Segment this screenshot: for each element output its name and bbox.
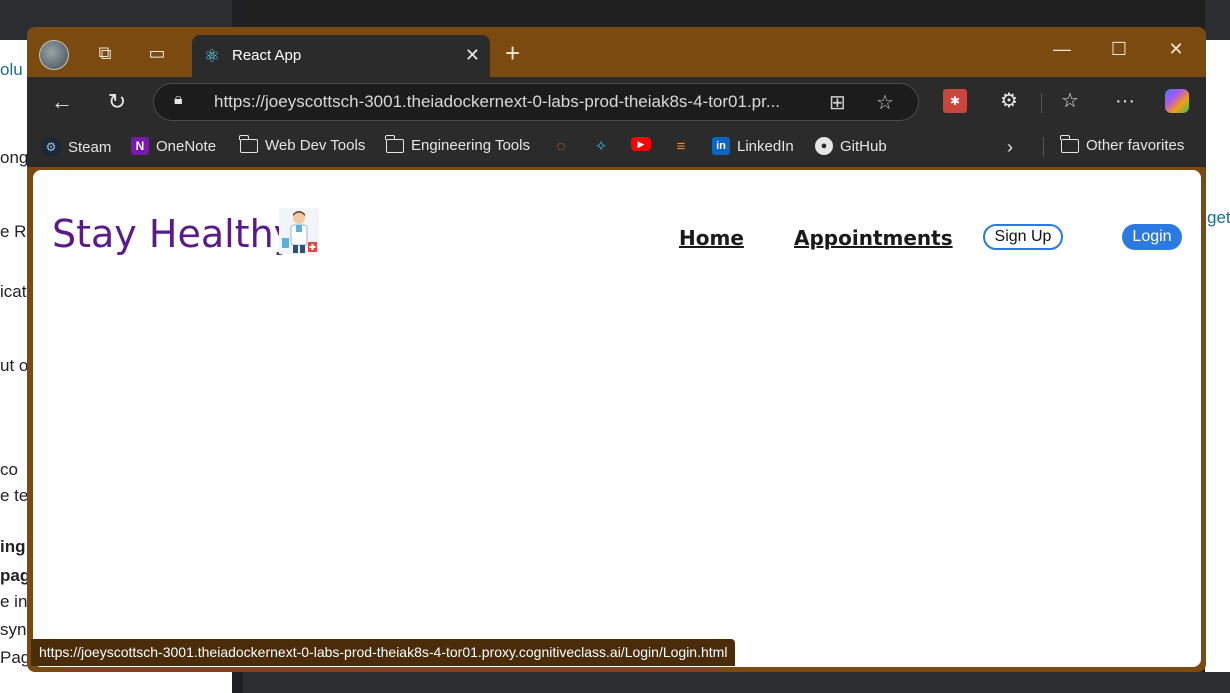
favorites-separator <box>1043 137 1044 157</box>
favorite-label: GitHub <box>840 137 887 155</box>
favorite-orange-site[interactable]: ◌ <box>551 137 571 157</box>
title-bar: ⧉ ▭ ⚛ React App ✕ + — ☐ ✕ <box>27 27 1206 77</box>
background-toolbar-right <box>1205 0 1230 40</box>
favorite-stackoverflow[interactable]: ≡ <box>671 137 691 157</box>
favorite-label: OneNote <box>156 137 217 155</box>
bg-text: icat <box>0 282 27 301</box>
favorite-other-favorites[interactable]: Other favorites <box>1060 134 1185 154</box>
tab-react-app[interactable]: ⚛ React App ✕ <box>192 35 490 77</box>
folder-icon <box>239 134 258 153</box>
bg-text: ut o <box>0 356 29 375</box>
nav-appointments-link[interactable]: Appointments <box>794 226 953 250</box>
youtube-icon: ▶ <box>631 137 651 151</box>
favorites-overflow[interactable]: › <box>1007 137 1013 158</box>
new-tab-button[interactable]: + <box>505 40 520 66</box>
url-text: https://joeyscottsch-3001.theiadockernex… <box>214 92 781 111</box>
web-page: Stay Healthy Home Appointments Sign Up L… <box>33 170 1201 667</box>
toolbar-separator <box>1041 93 1042 113</box>
bg-text: get <box>1207 208 1230 227</box>
favorites-icon[interactable]: ☆ <box>1058 89 1082 113</box>
bg-text: pag <box>0 566 31 585</box>
back-button[interactable]: ← <box>49 89 75 115</box>
steam-icon: ⚙ <box>41 137 61 157</box>
refresh-button[interactable]: ↻ <box>104 89 130 115</box>
status-bar-url: https://joeyscottsch-3001.theiadockernex… <box>31 639 736 666</box>
login-button[interactable]: Login <box>1122 224 1182 250</box>
address-bar[interactable]: 🔒︎ https://joeyscottsch-3001.theiadocker… <box>153 83 919 121</box>
workspaces-icon[interactable]: ⧉ <box>93 41 117 65</box>
favorite-blue-site[interactable]: ✧ <box>591 137 611 157</box>
split-screen-icon[interactable]: ⊞ <box>829 90 846 115</box>
maximize-button[interactable]: ☐ <box>1105 39 1133 60</box>
chevron-right-icon: › <box>1007 137 1013 157</box>
bg-text: e in <box>0 592 28 611</box>
favorite-label: LinkedIn <box>737 137 794 155</box>
react-icon: ⚛ <box>203 46 221 66</box>
extensions-puzzle-icon[interactable]: ⚙ <box>997 89 1021 113</box>
doctor-icon <box>279 208 319 254</box>
bg-text: ing <box>0 537 26 556</box>
close-tab-icon[interactable]: ✕ <box>465 45 480 66</box>
close-window-button[interactable]: ✕ <box>1162 39 1190 60</box>
favorite-label: Web Dev Tools <box>265 137 366 154</box>
stackoverflow-icon: ≡ <box>676 138 686 155</box>
favorite-github[interactable]: ● GitHub <box>815 137 887 155</box>
favorite-engineering-tools[interactable]: Engineering Tools <box>385 134 530 154</box>
bg-text: e te <box>0 486 29 505</box>
bg-text: ong <box>0 148 29 167</box>
favorite-star-icon[interactable]: ☆ <box>876 90 894 115</box>
lock-icon[interactable]: 🔒︎ <box>174 91 183 109</box>
linkedin-icon: in <box>712 137 730 155</box>
nav-home-link[interactable]: Home <box>679 226 744 250</box>
background-document-right <box>1205 0 1230 693</box>
favorites-bar: ⚙ Steam N OneNote Web Dev Tools Engineer… <box>27 127 1206 167</box>
orange-ring-icon: ◌ <box>556 138 566 155</box>
bg-text: Pag <box>0 648 31 667</box>
favorite-youtube[interactable]: ▶ <box>631 137 651 151</box>
favorite-linkedin[interactable]: in LinkedIn <box>712 137 794 155</box>
favorite-onenote[interactable]: N OneNote <box>131 137 216 155</box>
tab-actions-icon[interactable]: ▭ <box>145 41 169 65</box>
folder-icon <box>1060 134 1079 153</box>
sign-up-button[interactable]: Sign Up <box>983 224 1063 250</box>
bg-text: co <box>0 460 18 479</box>
browser-toolbar: ← ↻ 🔒︎ https://joeyscottsch-3001.theiado… <box>27 77 1206 127</box>
extension-icon[interactable]: ✱ <box>943 89 967 113</box>
bg-text: olu <box>0 60 23 79</box>
tab-title: React App <box>232 47 302 64</box>
folder-icon <box>385 134 404 153</box>
favorite-steam[interactable]: ⚙ Steam <box>41 137 111 157</box>
background-bottom-bar <box>243 672 1230 693</box>
site-logo[interactable]: Stay Healthy <box>52 212 296 256</box>
onenote-icon: N <box>131 137 149 155</box>
github-icon: ● <box>815 137 833 155</box>
blue-star-icon: ✧ <box>594 138 608 155</box>
more-menu-button[interactable]: ··· <box>1113 89 1137 113</box>
profile-avatar[interactable] <box>39 40 69 70</box>
copilot-icon[interactable] <box>1165 89 1189 113</box>
browser-window: ⧉ ▭ ⚛ React App ✕ + — ☐ ✕ ← ↻ 🔒︎ https:/… <box>27 27 1206 672</box>
favorite-label: Steam <box>68 138 112 156</box>
favorite-label: Engineering Tools <box>411 137 530 154</box>
bg-text: e R <box>0 222 27 241</box>
bg-text: syn <box>0 620 27 639</box>
favorite-label: Other favorites <box>1086 137 1185 154</box>
favorite-web-dev-tools[interactable]: Web Dev Tools <box>239 134 366 154</box>
minimize-button[interactable]: — <box>1048 39 1076 60</box>
